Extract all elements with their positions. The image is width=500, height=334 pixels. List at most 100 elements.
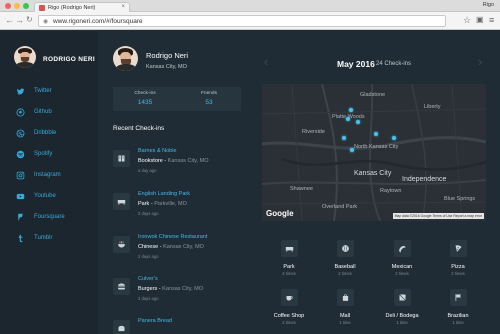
map-pin[interactable] xyxy=(374,132,378,136)
sidebar xyxy=(0,31,98,334)
map-label: Gladstone xyxy=(360,92,386,98)
checkin-venue-name[interactable]: Barnes & Noble xyxy=(138,148,177,154)
reload-icon[interactable]: ↻ xyxy=(26,15,33,25)
tumblr-icon xyxy=(18,234,23,242)
category-pizza[interactable]: Pizza 2 times xyxy=(439,240,477,284)
close-window-icon[interactable] xyxy=(5,3,11,9)
github-icon xyxy=(16,108,25,116)
flag-icon xyxy=(449,289,467,306)
burger-icon xyxy=(113,278,130,295)
url-input[interactable]: ◉ www.rigoneri.com/#/foursquare xyxy=(38,15,446,27)
forward-icon[interactable]: → xyxy=(15,15,24,25)
checkin-category: Park xyxy=(138,201,150,207)
checkin-venue-name[interactable]: English Landing Park xyxy=(138,191,190,197)
map-pin[interactable] xyxy=(349,108,353,112)
category-park[interactable]: Park 4 times xyxy=(270,240,308,284)
category-baseball[interactable]: Baseball 2 times xyxy=(326,240,364,284)
map-label: Independence xyxy=(402,176,447,183)
recent-checkins-title: Recent Check-ins xyxy=(113,125,165,132)
sidebar-link-label: Youtube xyxy=(34,193,56,199)
favicon-icon xyxy=(39,5,45,11)
map-pin[interactable] xyxy=(350,148,354,152)
bookmark-star-icon[interactable]: ☆ xyxy=(463,15,471,25)
page-info-icon[interactable]: ◉ xyxy=(43,18,48,25)
foursquare-icon xyxy=(18,213,23,221)
park-bench-icon xyxy=(113,193,130,210)
close-tab-icon[interactable]: × xyxy=(121,4,125,10)
profile-label[interactable]: Rigo xyxy=(483,2,494,8)
stat-label: Friends xyxy=(201,91,217,96)
profile-location: Kansas City, MO xyxy=(146,64,187,70)
checkin-item[interactable]: Culver's Burgers - Kansas City, MO 3 day… xyxy=(113,276,243,306)
sidebar-link-spotify[interactable]: Spotify xyxy=(16,148,52,160)
map-pin[interactable] xyxy=(392,136,396,140)
category-name: Baseball xyxy=(334,264,356,270)
checkin-item[interactable]: Panera Bread xyxy=(113,318,243,334)
taco-icon xyxy=(393,240,411,257)
checkin-venue-name[interactable]: Culver's xyxy=(138,276,158,282)
map-pin[interactable] xyxy=(356,120,360,124)
map-pin[interactable] xyxy=(342,136,346,140)
checkin-category: Burgers xyxy=(138,286,158,292)
stats-panel: Check-ins 1435 Friends 53 xyxy=(113,87,241,111)
minimize-window-icon[interactable] xyxy=(14,3,20,9)
category-name: Brazilian xyxy=(447,313,469,319)
checkin-item[interactable]: Ironwok Chinese Restaurant Chinese - Kan… xyxy=(113,234,243,264)
maximize-window-icon[interactable] xyxy=(23,3,29,9)
sidebar-link-tumblr[interactable]: Tumblr xyxy=(16,232,52,244)
category-brazilian[interactable]: Brazilian 1 time xyxy=(439,289,477,333)
month-checkin-count: 24 Check-ins xyxy=(376,61,412,67)
sidebar-link-label: Spotify xyxy=(34,151,53,157)
baseball-icon xyxy=(336,240,354,257)
checkin-location: Kansas City, MO xyxy=(167,158,209,164)
menu-icon[interactable]: ≡ xyxy=(489,15,494,25)
dribbble-icon xyxy=(16,129,25,137)
map-label: Raytown xyxy=(380,188,402,194)
browser-tab-strip: Rigo (Rodrigo Neri) × Rigo xyxy=(0,0,500,13)
previous-month-arrow[interactable]: ‹ xyxy=(264,55,268,69)
back-icon[interactable]: ← xyxy=(5,15,14,25)
category-coffee-shop[interactable]: Coffee Shop 2 times xyxy=(270,289,308,333)
park-bench-icon xyxy=(280,240,298,257)
sidebar-link-dribbble[interactable]: Dribbble xyxy=(16,127,56,139)
map-pin[interactable] xyxy=(346,117,350,121)
sidebar-link-github[interactable]: Github xyxy=(16,106,52,118)
checkin-item[interactable]: Barnes & Noble Bookstore - Kansas City, … xyxy=(113,148,243,178)
checkin-item[interactable]: English Landing Park Park - Parkville, M… xyxy=(113,191,243,221)
sidebar-link-foursquare[interactable]: Foursquare xyxy=(16,211,65,223)
checkin-location: Parkville, MO xyxy=(154,201,187,207)
checkin-category: Bookstore xyxy=(138,158,163,164)
month-title: May 2016 xyxy=(337,59,375,69)
checkin-location: Kansas City, MO xyxy=(163,244,204,250)
checkin-map[interactable]: Gladstone Platte Woods North Kansas City… xyxy=(262,84,486,221)
url-text: www.rigoneri.com/#/foursquare xyxy=(53,18,143,25)
category-deli-bodega[interactable]: Deli / Bodega 1 time xyxy=(383,289,421,333)
google-logo: Google xyxy=(266,209,294,218)
category-mexican[interactable]: Mexican 2 times xyxy=(383,240,421,284)
checkin-venue-name[interactable]: Ironwok Chinese Restaurant xyxy=(138,234,207,240)
sidebar-link-label: Twitter xyxy=(34,88,52,94)
sidebar-link-youtube[interactable]: Youtube xyxy=(16,190,56,202)
category-mall[interactable]: Mall 1 time xyxy=(326,289,364,333)
stat-label: Check-ins xyxy=(134,91,156,96)
map-attribution[interactable]: Map data ©2016 Google Terms of Use Repor… xyxy=(392,213,484,219)
sidebar-link-twitter[interactable]: Twitter xyxy=(16,85,52,97)
checkin-location: Kansas City, MO xyxy=(162,286,204,292)
category-name: Pizza xyxy=(451,264,465,270)
twitter-icon xyxy=(16,87,25,94)
category-times: 1 time xyxy=(396,320,408,325)
spotify-icon xyxy=(16,150,25,158)
category-name: Deli / Bodega xyxy=(385,313,419,319)
sidebar-avatar xyxy=(14,46,36,68)
sidebar-link-instagram[interactable]: Instagram xyxy=(16,169,61,181)
extension-icon[interactable]: ▣ xyxy=(476,15,484,25)
checkin-venue-name[interactable]: Panera Bread xyxy=(138,318,172,324)
checkin-time: 2 days ago xyxy=(138,211,159,216)
stat-checkins: Check-ins 1435 xyxy=(113,87,177,111)
category-name: Park xyxy=(283,264,295,270)
sandwich-icon xyxy=(393,289,411,306)
stat-value: 53 xyxy=(205,99,213,106)
next-month-arrow[interactable]: › xyxy=(478,55,482,69)
category-times: 2 times xyxy=(338,271,352,276)
sidebar-name: RODRIGO NERI xyxy=(43,56,95,63)
